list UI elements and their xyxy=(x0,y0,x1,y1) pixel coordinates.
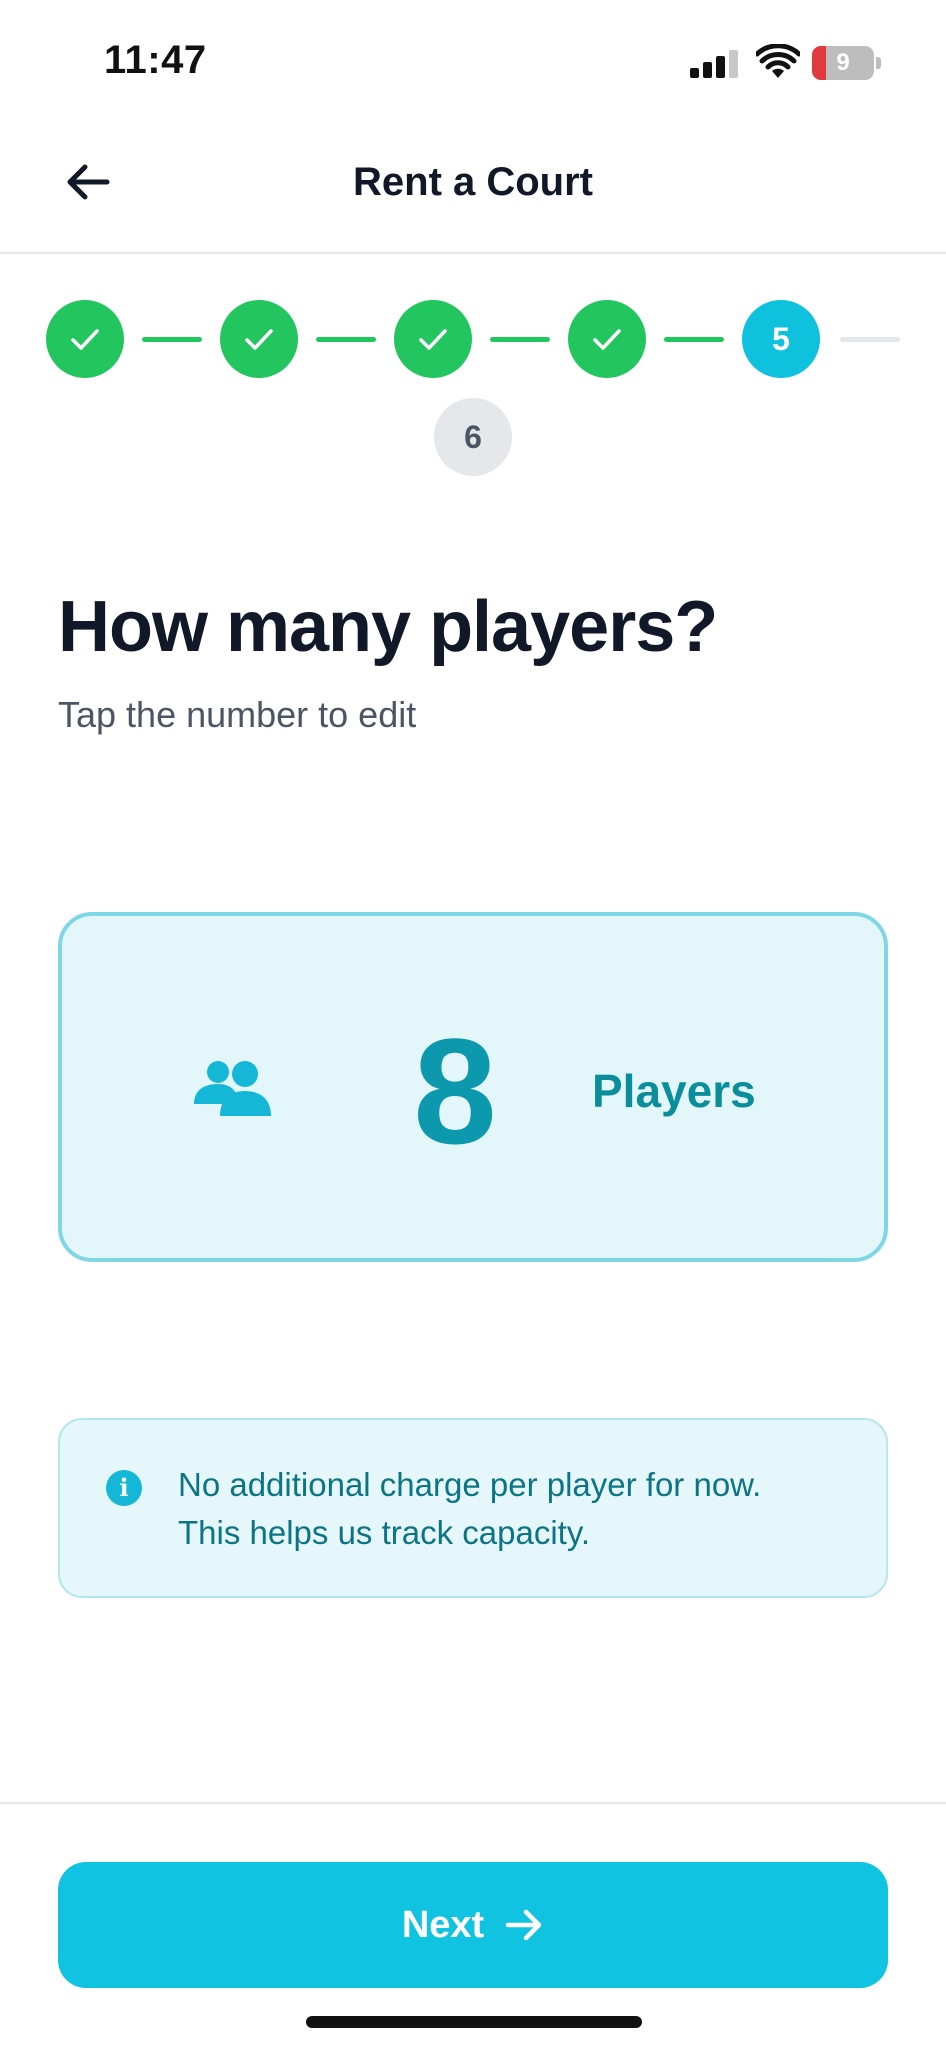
player-count-card[interactable]: 8 Players xyxy=(58,912,888,1262)
step-connector xyxy=(664,337,724,342)
info-text-line-2: This helps us track capacity. xyxy=(178,1514,591,1551)
progress-stepper: 5 6 xyxy=(0,300,946,480)
player-count-label: Players xyxy=(592,1065,756,1117)
next-button[interactable]: Next xyxy=(58,1862,888,1988)
status-time: 11:47 xyxy=(104,38,207,82)
info-notice: i No additional charge per player for no… xyxy=(58,1418,888,1598)
check-icon xyxy=(71,329,99,350)
check-icon xyxy=(419,329,447,350)
home-indicator xyxy=(306,2016,642,2028)
step-connector xyxy=(490,337,550,342)
users-icon xyxy=(194,1061,271,1116)
header: Rent a Court xyxy=(0,120,946,254)
step-connector xyxy=(142,337,202,342)
battery-icon: 9 xyxy=(812,46,882,80)
step-4-complete xyxy=(568,300,646,378)
cellular-signal-icon xyxy=(690,50,740,78)
check-icon xyxy=(593,329,621,350)
battery-level: 9 xyxy=(836,49,850,76)
step-5-current: 5 xyxy=(742,300,820,378)
player-count-value[interactable]: 8 xyxy=(380,1016,530,1166)
footer-divider xyxy=(0,1802,946,1804)
step-connector xyxy=(316,337,376,342)
next-button-label: Next xyxy=(401,1903,485,1946)
step-2-complete xyxy=(220,300,298,378)
arrow-right-icon xyxy=(505,1909,542,1941)
check-icon xyxy=(245,329,273,350)
status-bar: 11:47 9 xyxy=(0,0,946,120)
step-6-upcoming: 6 xyxy=(434,398,512,476)
step-1-complete xyxy=(46,300,124,378)
info-text-line-1: No additional charge per player for now. xyxy=(178,1466,762,1503)
page-title: Rent a Court xyxy=(353,160,593,204)
wifi-icon xyxy=(756,44,800,78)
step-connector xyxy=(840,337,900,342)
info-icon: i xyxy=(106,1470,142,1506)
question-heading: How many players? xyxy=(58,587,718,667)
question-subtitle: Tap the number to edit xyxy=(58,694,417,735)
step-3-complete xyxy=(394,300,472,378)
